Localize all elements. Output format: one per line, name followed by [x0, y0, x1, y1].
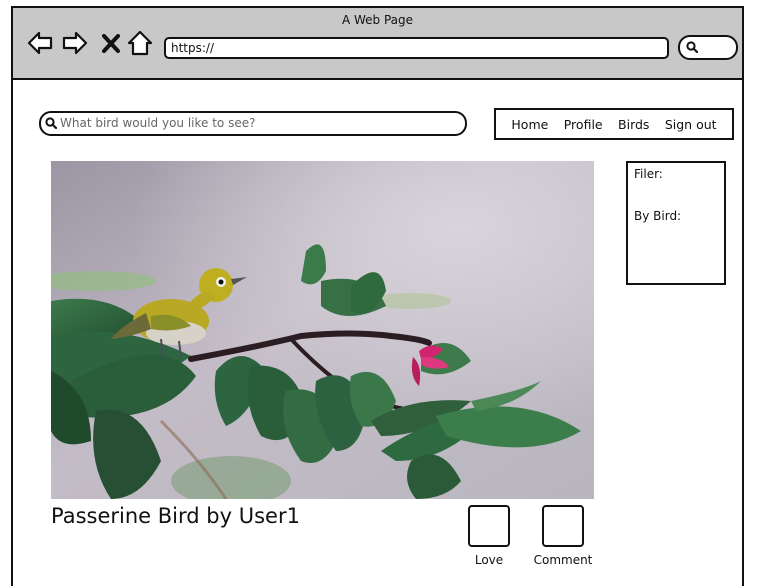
browser-search-button[interactable] — [678, 35, 738, 60]
filter-panel: Filer: By Bird: — [626, 161, 726, 285]
nav-profile[interactable]: Profile — [564, 117, 603, 132]
love-label: Love — [474, 553, 504, 567]
window-title: A Web Page — [341, 13, 414, 27]
filter-by-bird[interactable]: By Bird: — [634, 209, 681, 223]
main-nav: Home Profile Birds Sign out — [494, 108, 734, 140]
comment-label: Comment — [533, 553, 593, 567]
forward-arrow-icon[interactable] — [62, 30, 88, 56]
nav-birds[interactable]: Birds — [618, 117, 649, 132]
bird-search-box[interactable] — [39, 111, 467, 136]
back-arrow-icon[interactable] — [27, 30, 53, 56]
bird-photo[interactable] — [51, 161, 594, 499]
address-bar[interactable]: https:// — [164, 37, 669, 59]
search-icon — [686, 41, 698, 53]
search-icon — [45, 117, 57, 129]
browser-titlebar: A Web Page https:// — [13, 8, 742, 80]
browser-window: A Web Page https:// Home Profile — [11, 6, 744, 586]
bird-search-input[interactable] — [60, 114, 450, 132]
comment-button[interactable] — [542, 505, 584, 547]
nav-home[interactable]: Home — [511, 117, 548, 132]
post-title: Passerine Bird by User1 — [51, 504, 300, 528]
nav-sign-out[interactable]: Sign out — [665, 117, 717, 132]
filter-title: Filer: — [634, 167, 663, 181]
love-button[interactable] — [468, 505, 510, 547]
close-icon[interactable] — [101, 30, 121, 56]
home-icon[interactable] — [127, 30, 153, 56]
